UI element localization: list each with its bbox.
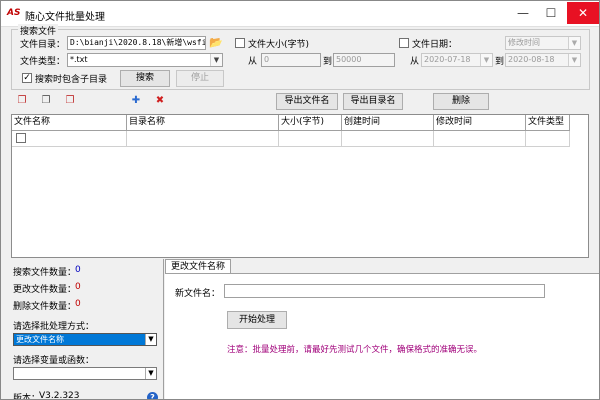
window-title: 随心文件批量处理 <box>25 12 105 23</box>
start-button[interactable]: 开始处理 <box>227 311 287 329</box>
date-checkbox[interactable] <box>399 38 409 48</box>
date-label: 文件日期： <box>412 40 458 50</box>
date-from-value: 2020-07-18 <box>424 55 471 64</box>
col-dirname[interactable]: 目录名称 <box>127 115 279 131</box>
stop-button[interactable]: 停止 <box>176 70 224 87</box>
col-filetype[interactable]: 文件类型 <box>526 115 570 131</box>
date-to-label: 到 <box>495 57 505 67</box>
type-combo[interactable]: *.txt ▼ <box>67 53 223 67</box>
chevron-down-icon[interactable]: ▼ <box>480 54 492 66</box>
search-groupbox: 搜索文件 文件目录： D:\bianji\2020.8.18\新增\wsfil … <box>11 24 590 90</box>
subdir-label: 搜索时包含子目录 <box>35 75 108 85</box>
file-grid[interactable]: 文件名称 目录名称 大小(字节) 创建时间 修改时间 文件类型 <box>11 114 589 258</box>
var-select[interactable]: ▼ <box>13 367 157 380</box>
close-button[interactable]: ✕ <box>567 2 599 24</box>
table-cell[interactable] <box>434 131 526 147</box>
date-from-label: 从 <box>410 57 420 67</box>
type-label: 文件类型： <box>20 57 66 67</box>
date-to-value: 2020-08-18 <box>508 55 555 64</box>
search-count-label: 搜索文件数量： <box>13 268 77 278</box>
col-modified[interactable]: 修改时间 <box>434 115 526 131</box>
search-button[interactable]: 搜索 <box>120 70 170 87</box>
stats-panel: 搜索文件数量： 0 更改文件数量： 0 删除文件数量： 0 请选择批处理方式： … <box>11 261 163 400</box>
export-dirs-button[interactable]: 导出目录名 <box>343 93 403 110</box>
deleted-count-label: 删除文件数量： <box>13 302 77 312</box>
table-cell[interactable] <box>342 131 434 147</box>
select-none-icon[interactable]: ❐ <box>40 95 52 107</box>
main-window: AS 随心文件批量处理 — ☐ ✕ 搜索文件 文件目录： D:\bianji\2… <box>0 0 600 400</box>
title-bar: AS 随心文件批量处理 — ☐ ✕ <box>1 1 599 27</box>
size-to-label: 到 <box>323 57 333 67</box>
chevron-down-icon[interactable]: ▼ <box>568 54 580 66</box>
table-cell[interactable] <box>526 131 570 147</box>
chevron-down-icon[interactable]: ▼ <box>145 368 156 379</box>
delete-button[interactable]: 删除 <box>433 93 489 110</box>
panel-divider[interactable] <box>163 259 164 399</box>
table-cell[interactable] <box>279 131 342 147</box>
batch-mode-select[interactable]: 更改文件名称 ▼ <box>13 333 157 346</box>
select-all-icon[interactable]: ❐ <box>16 95 28 107</box>
col-size[interactable]: 大小(字节) <box>279 115 342 131</box>
warning-note: 注意：批量处理前，请最好先测试几个文件，确保格式的准确无误。 <box>227 345 483 355</box>
chevron-down-icon[interactable]: ▼ <box>210 54 222 66</box>
date-from-picker[interactable]: 2020-07-18 ▼ <box>421 53 493 67</box>
date-mode-value: 修改时间 <box>508 38 540 47</box>
search-count: 0 <box>75 265 81 275</box>
help-icon[interactable]: ? <box>147 392 158 399</box>
version-label: 版本： <box>13 394 41 400</box>
batch-mode-label: 请选择批处理方式： <box>13 322 95 332</box>
size-to-input[interactable]: 50000 <box>333 53 395 67</box>
export-files-button[interactable]: 导出文件名 <box>276 93 338 110</box>
table-cell[interactable] <box>127 131 279 147</box>
app-logo: AS <box>7 8 21 18</box>
var-label: 请选择变量或函数： <box>13 356 95 366</box>
date-mode-combo[interactable]: 修改时间 ▼ <box>505 36 581 50</box>
new-name-label: 新文件名： <box>175 289 221 299</box>
col-created[interactable]: 创建时间 <box>342 115 434 131</box>
maximize-button[interactable]: ☐ <box>537 2 565 24</box>
size-from-label: 从 <box>248 57 258 67</box>
deleted-count: 0 <box>75 299 81 309</box>
col-filename[interactable]: 文件名称 <box>12 115 127 131</box>
subdir-checkbox[interactable]: ✓ <box>22 73 32 83</box>
minimize-button[interactable]: — <box>509 2 537 24</box>
version-value: V3.2.323 <box>39 391 80 400</box>
dir-input[interactable]: D:\bianji\2020.8.18\新增\wsfil <box>67 36 206 50</box>
chevron-down-icon[interactable]: ▼ <box>145 334 156 345</box>
rename-tab-pane: 新文件名： 开始处理 注意：批量处理前，请最好先测试几个文件，确保格式的准确无误… <box>165 273 599 399</box>
row-checkbox[interactable] <box>16 133 26 143</box>
remove-icon[interactable]: ✖ <box>154 95 166 107</box>
search-group-title: 搜索文件 <box>18 24 59 37</box>
type-value: *.txt <box>70 55 88 64</box>
new-name-input[interactable] <box>224 284 545 298</box>
table-row[interactable] <box>12 131 127 147</box>
size-checkbox[interactable] <box>235 38 245 48</box>
chevron-down-icon[interactable]: ▼ <box>568 37 580 49</box>
add-icon[interactable]: ✚ <box>130 95 142 107</box>
changed-count-label: 更改文件数量： <box>13 285 77 295</box>
size-label: 文件大小(字节) <box>248 40 310 50</box>
invert-select-icon[interactable]: ❐ <box>64 95 76 107</box>
tab-rename[interactable]: 更改文件名称 <box>165 259 231 274</box>
size-from-input[interactable]: 0 <box>261 53 321 67</box>
folder-open-icon[interactable]: 📂 <box>209 36 223 49</box>
batch-mode-value: 更改文件名称 <box>16 335 64 344</box>
date-to-picker[interactable]: 2020-08-18 ▼ <box>505 53 581 67</box>
dir-label: 文件目录： <box>20 40 66 50</box>
changed-count: 0 <box>75 282 81 292</box>
